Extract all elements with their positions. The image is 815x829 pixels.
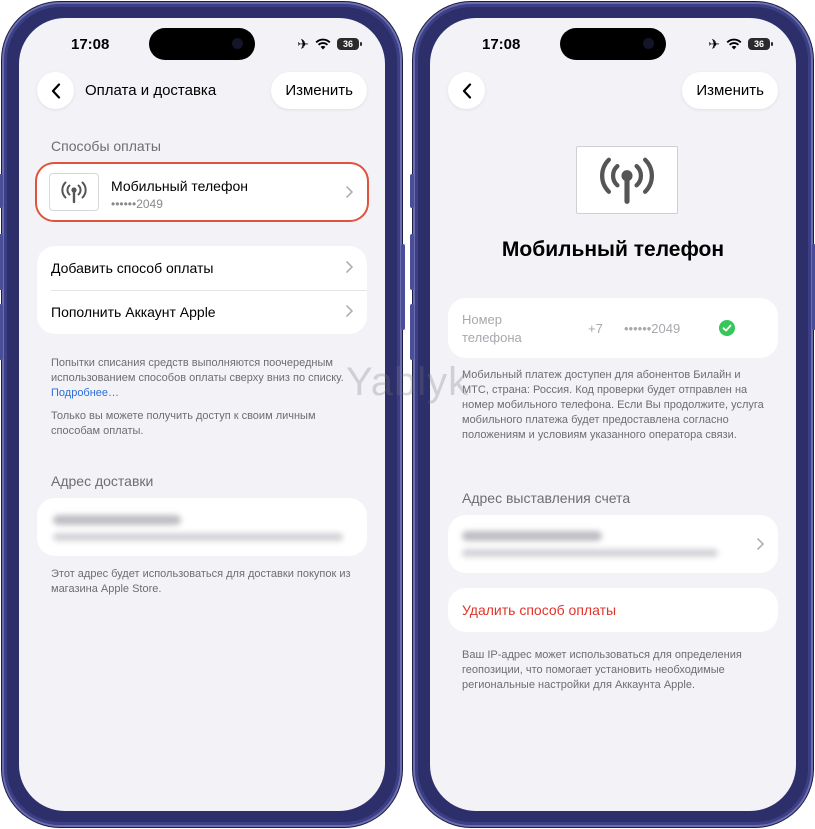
delete-payment-method-button[interactable]: Удалить способ оплаты — [448, 588, 778, 632]
blurred-address — [462, 549, 718, 557]
payment-icon-large — [576, 146, 678, 214]
action-button — [410, 174, 414, 208]
payment-method-title: Мобильный телефон — [111, 178, 248, 194]
power-button — [401, 244, 405, 330]
antenna-icon — [600, 157, 654, 204]
status-time: 17:08 — [482, 36, 521, 53]
learn-more-link[interactable]: Подробнее… — [51, 387, 119, 399]
edit-button[interactable]: Изменить — [271, 72, 367, 109]
volume-down-button — [0, 304, 3, 360]
status-bar: 17:08 ✈ 36 — [19, 18, 385, 72]
top-up-account-row[interactable]: Пополнить Аккаунт Apple — [37, 290, 367, 334]
payment-actions-card: Добавить способ оплаты Пополнить Аккаунт… — [37, 246, 367, 334]
chevron-right-icon — [346, 261, 353, 273]
privacy-note: Только вы можете получить доступ к своим… — [51, 410, 316, 437]
add-payment-method-row[interactable]: Добавить способ оплаты — [37, 246, 367, 290]
payment-thumbnail — [49, 173, 99, 211]
phone-number-value: ••••••2049 — [624, 321, 681, 336]
shipping-address-header: Адрес доставки — [51, 473, 154, 489]
watermark: Yablyk — [346, 360, 470, 404]
screen-payment-and-shipping: 17:08 ✈ 36 Оплата и доставка Изменить Сп… — [19, 18, 385, 811]
airplane-icon: ✈ — [708, 36, 720, 52]
chevron-right-icon — [346, 186, 353, 198]
add-payment-method-label: Добавить способ оплаты — [51, 260, 214, 276]
page-title: Оплата и доставка — [85, 82, 217, 99]
blurred-name — [462, 531, 602, 541]
payment-method-number: ••••••2049 — [111, 197, 163, 211]
payment-methods-header: Способы оплаты — [51, 138, 161, 154]
status-icons: ✈ 36 — [297, 36, 362, 52]
shipping-address-card[interactable] — [37, 498, 367, 556]
phone-right: 17:08 ✈ 36 Изменить Мобильный телефон Но… — [410, 2, 815, 827]
dynamic-island — [560, 28, 666, 60]
blurred-address — [53, 533, 343, 541]
shipping-note: Этот адрес будет использоваться для дост… — [51, 568, 351, 595]
detail-title: Мобильный телефон — [501, 238, 725, 261]
country-code: +7 — [588, 321, 603, 336]
top-up-account-label: Пополнить Аккаунт Apple — [51, 304, 216, 320]
phone-left: 17:08 ✈ 36 Оплата и доставка Изменить Сп… — [0, 2, 405, 827]
volume-up-button — [410, 234, 414, 290]
chevron-left-icon — [462, 82, 471, 99]
airplane-icon: ✈ — [297, 36, 309, 52]
edit-button[interactable]: Изменить — [682, 72, 778, 109]
chevron-left-icon — [51, 82, 60, 99]
checkmark-icon — [719, 320, 735, 336]
phone-number-field[interactable]: Номер телефона +7 ••••••2049 — [448, 298, 778, 358]
wifi-icon — [726, 38, 742, 50]
mobile-payment-info: Мобильный платеж доступен для абонентов … — [462, 369, 764, 441]
status-icons: ✈ 36 — [708, 36, 773, 52]
back-button[interactable] — [448, 72, 485, 109]
chevron-right-icon — [757, 538, 764, 550]
action-button — [0, 174, 3, 208]
delete-payment-method-label: Удалить способ оплаты — [462, 602, 617, 618]
dynamic-island — [149, 28, 255, 60]
status-time: 17:08 — [71, 36, 110, 53]
battery-icon: 36 — [748, 38, 773, 50]
antenna-icon — [61, 181, 87, 204]
volume-down-button — [410, 304, 414, 360]
billing-address-card[interactable] — [448, 515, 778, 573]
chevron-right-icon — [346, 305, 353, 317]
camera-icon — [643, 38, 654, 49]
payment-order-note: Попытки списания средств выполняются поо… — [51, 356, 351, 401]
wifi-icon — [315, 38, 331, 50]
payment-order-text: Попытки списания средств выполняются поо… — [51, 357, 344, 384]
blurred-name — [53, 515, 181, 525]
payment-method-mobile[interactable]: Мобильный телефон ••••••2049 — [37, 164, 367, 220]
billing-address-header: Адрес выставления счета — [462, 490, 631, 506]
back-button[interactable] — [37, 72, 74, 109]
volume-up-button — [0, 234, 3, 290]
status-bar: 17:08 ✈ 36 — [430, 18, 796, 72]
camera-icon — [232, 38, 243, 49]
screen-mobile-phone-detail: 17:08 ✈ 36 Изменить Мобильный телефон Но… — [430, 18, 796, 811]
battery-icon: 36 — [337, 38, 362, 50]
ip-address-note: Ваш IP-адрес может использоваться для оп… — [462, 649, 742, 691]
phone-number-label: Номер телефона — [462, 312, 522, 345]
